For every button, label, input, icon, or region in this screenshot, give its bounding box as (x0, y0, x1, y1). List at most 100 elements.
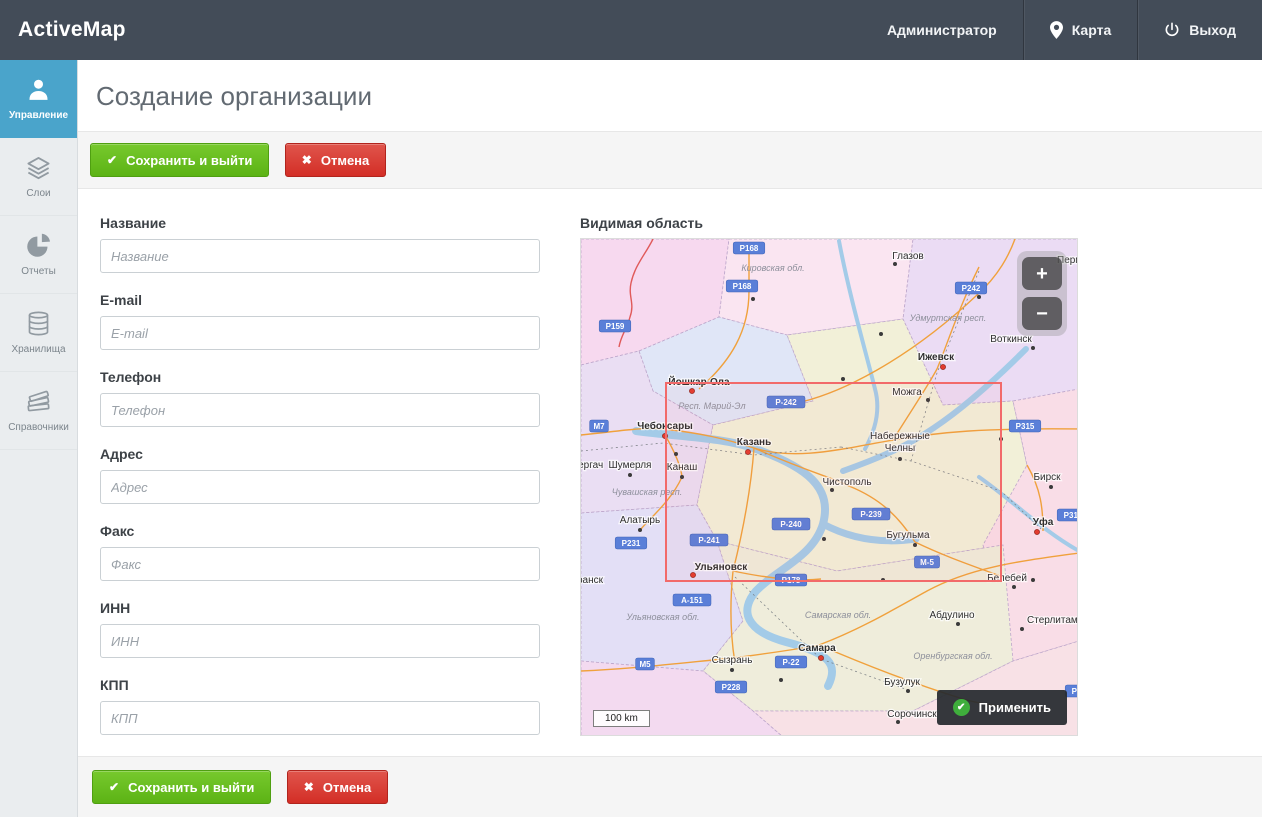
svg-text:Уфа: Уфа (1033, 516, 1054, 528)
svg-text:Глазов: Глазов (892, 251, 923, 262)
svg-text:Алатырь: Алатырь (620, 515, 660, 526)
books-icon (25, 388, 52, 415)
map-city (1031, 578, 1035, 582)
map-city (779, 678, 783, 682)
top-toolbar: ✔ Сохранить и выйти ✖ Отмена (78, 132, 1262, 189)
road-badge: Р315 (1009, 420, 1041, 432)
layers-icon (25, 154, 52, 181)
svg-text:Р315: Р315 (1072, 687, 1078, 696)
sidebar-item-label: Отчеты (21, 266, 56, 277)
field-address: Адрес (100, 446, 540, 504)
inn-label: ИНН (100, 600, 540, 616)
road-badge: Р315 (1057, 509, 1078, 521)
fax-label: Факс (100, 523, 540, 539)
field-kpp: КПП (100, 677, 540, 735)
field-phone: Телефон (100, 369, 540, 427)
svg-text:А-151: А-151 (681, 596, 703, 605)
map-pin-icon (1050, 21, 1063, 39)
sidebar-item-storages[interactable]: Хранилища (0, 294, 77, 372)
map-city (751, 297, 755, 301)
svg-text:М5: М5 (639, 660, 651, 669)
apply-button[interactable]: ✔ Применить (937, 690, 1067, 725)
svg-text:М7: М7 (593, 422, 605, 431)
map-selection-rectangle[interactable] (666, 383, 1001, 581)
logout-link[interactable]: Выход (1138, 0, 1262, 60)
save-button[interactable]: ✔ Сохранить и выйти (90, 143, 269, 177)
sidebar-item-label: Управление (9, 110, 68, 121)
fax-input[interactable] (100, 547, 540, 581)
svg-text:Самара: Самара (798, 643, 836, 654)
organization-form: Название E-mail Телефон Адрес Факс (100, 215, 540, 756)
sidebar-item-directories[interactable]: Справочники (0, 372, 77, 450)
svg-text:Р231: Р231 (622, 539, 641, 548)
svg-text:Р168: Р168 (740, 244, 759, 253)
apply-button-label: Применить (979, 700, 1051, 715)
page-title: Создание организации (96, 81, 1244, 112)
svg-text:Стерлитамак: Стерлитамак (1027, 615, 1078, 626)
svg-text:Абдулино: Абдулино (929, 609, 975, 621)
bottom-toolbar: ✔ Сохранить и выйти ✖ Отмена (78, 756, 1262, 817)
map-city (841, 377, 845, 381)
cross-icon: ✖ (302, 154, 312, 166)
svg-text:Бузулук: Бузулук (884, 677, 920, 688)
map-region-label: Оренбургская обл. (913, 651, 992, 661)
name-input[interactable] (100, 239, 540, 273)
cancel-button-bottom[interactable]: ✖ Отмена (287, 770, 388, 804)
sidebar-item-label: Справочники (8, 422, 69, 433)
email-input[interactable] (100, 316, 540, 350)
user-menu[interactable]: Администратор (861, 0, 1023, 60)
road-badge: М5 (636, 658, 655, 670)
sidebar-item-management[interactable]: Управление (0, 60, 77, 138)
save-button-bottom[interactable]: ✔ Сохранить и выйти (92, 770, 271, 804)
svg-text:Саранск: Саранск (581, 575, 604, 586)
road-badge: Р242 (955, 282, 987, 294)
map-region-label: Кировская обл. (741, 263, 804, 273)
address-label: Адрес (100, 446, 540, 462)
user-icon (25, 76, 52, 103)
field-name: Название (100, 215, 540, 273)
zoom-out-button[interactable]: − (1022, 297, 1062, 330)
check-icon: ✔ (109, 781, 119, 793)
pie-chart-icon (25, 232, 52, 259)
sidebar-item-reports[interactable]: Отчеты (0, 216, 77, 294)
address-input[interactable] (100, 470, 540, 504)
road-badge: Р168 (733, 242, 765, 254)
svg-text:Р159: Р159 (606, 322, 625, 331)
sidebar-item-label: Слои (26, 188, 50, 199)
phone-label: Телефон (100, 369, 540, 385)
sidebar-item-layers[interactable]: Слои (0, 138, 77, 216)
map-canvas[interactable]: Кировская обл.Удмуртская респ.Респ. Мари… (581, 239, 1078, 736)
svg-text:Сорочинск: Сорочинск (887, 709, 937, 720)
cancel-button[interactable]: ✖ Отмена (285, 143, 386, 177)
power-icon (1164, 22, 1180, 38)
save-button-label: Сохранить и выйти (128, 780, 254, 795)
cancel-button-label: Отмена (321, 153, 369, 168)
map-link[interactable]: Карта (1024, 0, 1138, 60)
map-city (977, 295, 981, 299)
cross-icon: ✖ (304, 781, 314, 793)
sidebar-item-label: Хранилища (11, 344, 65, 355)
svg-text:Р242: Р242 (962, 284, 981, 293)
map-link-label: Карта (1072, 22, 1112, 38)
map-widget: Кировская обл.Удмуртская респ.Респ. Мари… (580, 238, 1078, 736)
logout-label: Выход (1189, 22, 1236, 38)
kpp-label: КПП (100, 677, 540, 693)
svg-text:Шумерля: Шумерля (609, 460, 652, 471)
svg-text:Р315: Р315 (1064, 511, 1078, 520)
phone-input[interactable] (100, 393, 540, 427)
sidebar: Управление Слои Отчеты Хранилища Справоч… (0, 60, 78, 817)
header-menu: Администратор Карта Выход (861, 0, 1262, 60)
app-header: ActiveMap Администратор Карта Выход (0, 0, 1262, 60)
kpp-input[interactable] (100, 701, 540, 735)
map-city: Саранск (581, 575, 604, 586)
zoom-in-button[interactable]: + (1022, 257, 1062, 290)
map-region-label: Удмуртская респ. (909, 313, 987, 323)
map-scale: 100 km (593, 710, 650, 727)
save-button-label: Сохранить и выйти (126, 153, 252, 168)
svg-text:Р315: Р315 (1016, 422, 1035, 431)
svg-text:Ижевск: Ижевск (918, 352, 955, 363)
inn-input[interactable] (100, 624, 540, 658)
cancel-button-label: Отмена (323, 780, 371, 795)
road-badge: Р228 (715, 681, 747, 693)
map-region-label: Самарская обл. (805, 610, 871, 620)
